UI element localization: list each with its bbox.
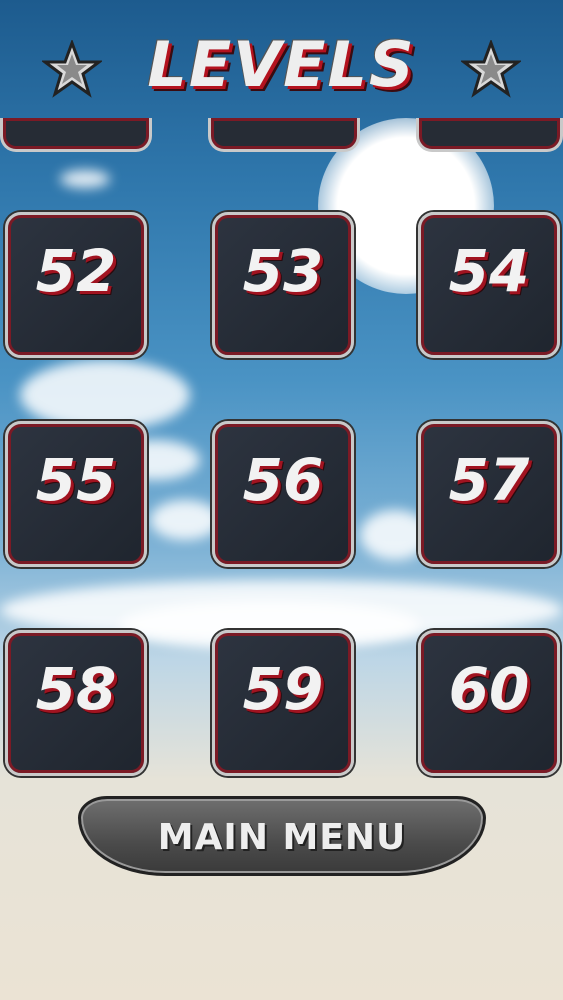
main-menu-label: MAIN MENU	[157, 817, 407, 858]
main-menu-button[interactable]: MAIN MENU	[78, 796, 486, 876]
level-number: 55	[35, 446, 117, 514]
level-tile[interactable]: 55	[5, 421, 147, 567]
level-tile[interactable]: 59	[212, 630, 354, 776]
level-tile[interactable]: 57	[418, 421, 560, 567]
star-icon	[461, 40, 521, 98]
level-tile-partial[interactable]	[416, 118, 563, 152]
level-number: 56	[242, 446, 324, 514]
level-tile[interactable]: 56	[212, 421, 354, 567]
level-tile[interactable]: 54	[418, 212, 560, 358]
level-number: 53	[242, 237, 324, 305]
level-number: 52	[35, 237, 117, 305]
level-tile[interactable]: 58	[5, 630, 147, 776]
level-number: 54	[448, 237, 530, 305]
level-tile[interactable]: 53	[212, 212, 354, 358]
level-tile[interactable]: 60	[418, 630, 560, 776]
level-number: 59	[242, 655, 324, 723]
level-tile-partial[interactable]	[208, 118, 360, 152]
header: LEVELS	[0, 0, 563, 120]
level-tile[interactable]: 52	[5, 212, 147, 358]
level-number: 58	[35, 655, 117, 723]
level-number: 60	[448, 655, 530, 723]
level-tile-partial[interactable]	[0, 118, 152, 152]
level-number: 57	[448, 446, 530, 514]
